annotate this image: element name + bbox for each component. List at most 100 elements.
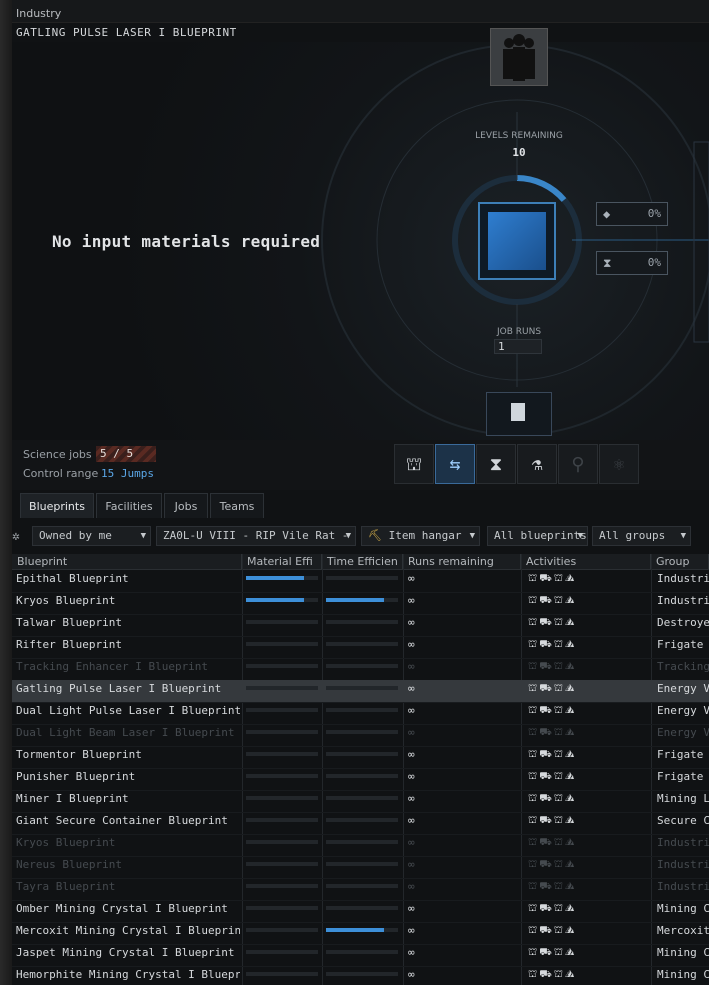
runs-remaining-value: ∞ [408,594,415,607]
group-value: Industrial [657,858,709,871]
time-efficiency-bar [326,928,398,932]
runs-remaining-value: ∞ [408,770,415,783]
column-header-activities[interactable]: Activities [521,554,651,569]
table-row[interactable]: Hemorphite Mining Crystal I Blueprint ∞ ⛫⛟… [12,966,709,985]
table-row[interactable]: Dual Light Beam Laser I Blueprint ∞ ⛫⛟⛫⛰ En… [12,724,709,747]
document-icon [511,403,525,421]
group-value: Industrial [657,880,709,893]
science-jobs-box: 5 / 5 [96,446,156,462]
invention-icon[interactable]: ⚲ [558,444,598,484]
column-header-runs-remaining[interactable]: Runs remaining [403,554,521,569]
activity-icons[interactable]: ⛫⛟⛫⛰ [528,878,648,900]
time-efficiency-bar [326,730,398,734]
table-row[interactable]: Gatling Pulse Laser I Blueprint ∞ ⛫⛟⛫⛰ Ener… [12,680,709,703]
gatling-laser-icon [488,212,546,270]
activity-icons[interactable]: ⛫⛟⛫⛰ [528,658,648,680]
table-row[interactable]: Tracking Enhancer I Blueprint ∞ ⛫⛟⛫⛰ Tracki… [12,658,709,681]
chevron-down-icon: ▼ [345,531,351,541]
table-row[interactable]: Miner I Blueprint ∞ ⛫⛟⛫⛰ Mining La [12,790,709,813]
column-header-material-efficiency[interactable]: Material Effi [242,554,322,569]
tab-jobs[interactable]: Jobs [164,493,208,518]
table-row[interactable]: Punisher Blueprint ∞ ⛫⛟⛫⛰ Frigate [12,768,709,791]
blueprint-type-filter-select[interactable]: All blueprints ▼ [487,526,588,546]
time-efficiency-bar [326,972,398,976]
group-value: Secure C [657,814,709,827]
time-efficiency-bar [326,686,398,690]
table-row[interactable]: Mercoxit Mining Crystal I Blueprint ∞ ⛫⛟⛫⛰… [12,922,709,945]
activity-icons[interactable]: ⛫⛟⛫⛰ [528,680,648,702]
table-row[interactable]: Talwar Blueprint ∞ ⛫⛟⛫⛰ Destroye [12,614,709,637]
table-row[interactable]: Omber Mining Crystal I Blueprint ∞ ⛫⛟⛫⛰ Min… [12,900,709,923]
tab-blueprints[interactable]: Blueprints [20,493,94,518]
table-row[interactable]: Jaspet Mining Crystal I Blueprint ∞ ⛫⛟⛫⛰ Mi… [12,944,709,967]
table-row[interactable]: Giant Secure Container Blueprint ∞ ⛫⛟⛫⛰ Sec… [12,812,709,835]
output-product-slot[interactable] [486,392,552,436]
team-slot-button[interactable] [490,28,548,86]
blueprint-name: Tayra Blueprint [16,880,116,893]
activity-icons[interactable]: ⛫⛟⛫⛰ [528,592,648,614]
material-efficiency-bar [246,686,318,690]
research-material-icon[interactable]: ⚗ [517,444,557,484]
owner-filter-value: Owned by me [39,529,112,542]
activity-icons[interactable]: ⛫⛟⛫⛰ [528,636,648,658]
manufacturing-icon[interactable]: ⛫ [394,444,434,484]
activity-icons[interactable]: ⛫⛟⛫⛰ [528,944,648,966]
group-value: Energy V [657,704,709,717]
table-row[interactable]: Kryos Blueprint ∞ ⛫⛟⛫⛰ Industrial [12,592,709,615]
runs-remaining-value: ∞ [408,638,415,651]
blueprint-name: Mercoxit Mining Crystal I Blueprint [16,924,240,937]
activity-icons[interactable]: ⛫⛟⛫⛰ [528,790,648,812]
activity-icons[interactable]: ⛫⛟⛫⛰ [528,724,648,746]
table-row[interactable]: Kryos Blueprint ∞ ⛫⛟⛫⛰ Industrial [12,834,709,857]
group-value: Mining Cr [657,902,709,915]
activity-icons[interactable]: ⛫⛟⛫⛰ [528,768,648,790]
blueprint-type-filter-value: All blueprints [494,529,587,542]
table-row[interactable]: Epithal Blueprint ∞ ⛫⛟⛫⛰ Industrial [12,570,709,593]
activity-icons[interactable]: ⛫⛟⛫⛰ [528,614,648,636]
activity-icons[interactable]: ⛫⛟⛫⛰ [528,966,648,985]
activity-icons[interactable]: ⛫⛟⛫⛰ [528,746,648,768]
blueprint-icon-frame[interactable] [478,202,556,280]
window-titlebar[interactable]: Industry [12,0,709,23]
activity-icons[interactable]: ⛫⛟⛫⛰ [528,570,648,592]
runs-remaining-value: ∞ [408,946,415,959]
material-efficiency-bar [246,862,318,866]
activity-icons[interactable]: ⛫⛟⛫⛰ [528,702,648,724]
column-header-blueprint[interactable]: Blueprint [12,554,242,569]
table-row[interactable]: Dual Light Pulse Laser I Blueprint ∞ ⛫⛟⛫⛰ E… [12,702,709,725]
time-efficiency-bar [326,840,398,844]
research-time-icon[interactable]: ⧗ [476,444,516,484]
reaction-icon[interactable]: ⚛ [599,444,639,484]
copy-icon[interactable]: ⇆ [435,444,475,484]
group-filter-select[interactable]: All groups ▼ [592,526,691,546]
table-row[interactable]: Tormentor Blueprint ∞ ⛫⛟⛫⛰ Frigate [12,746,709,769]
job-runs-input[interactable]: 1 [494,339,542,354]
time-efficiency-bar [326,752,398,756]
activity-icons[interactable]: ⛫⛟⛫⛰ [528,900,648,922]
owner-filter-select[interactable]: Owned by me ▼ [32,526,151,546]
group-value: Industrial [657,836,709,849]
location-filter-select[interactable]: ZA0L-U VIII - RIP Vile Rat - 33 I▼ [156,526,356,546]
column-header-group[interactable]: Group [651,554,709,569]
table-row[interactable]: Rifter Blueprint ∞ ⛫⛟⛫⛰ Frigate [12,636,709,659]
hangar-filter-select[interactable]: ⛏ Item hangar ▼ [361,526,480,546]
window-title: Industry [16,7,62,20]
activity-icons[interactable]: ⛫⛟⛫⛰ [528,856,648,878]
tab-facilities[interactable]: Facilities [96,493,162,518]
activity-icons[interactable]: ⛫⛟⛫⛰ [528,834,648,856]
material-efficiency-bar [246,708,318,712]
runs-remaining-value: ∞ [408,968,415,981]
group-value: Mercoxit [657,924,709,937]
table-row[interactable]: Tayra Blueprint ∞ ⛫⛟⛫⛰ Industrial [12,878,709,901]
table-row[interactable]: Nereus Blueprint ∞ ⛫⛟⛫⛰ Industrial [12,856,709,879]
control-range-value[interactable]: 15 Jumps [101,467,154,480]
blueprint-name: Omber Mining Crystal I Blueprint [16,902,228,915]
activity-icons[interactable]: ⛫⛟⛫⛰ [528,812,648,834]
hangar-filter-value: Item hangar [388,529,462,542]
blueprint-table-body: Epithal Blueprint∞⛫⛟⛫⛰IndustrialKryos Bl… [12,570,709,985]
activity-icons[interactable]: ⛫⛟⛫⛰ [528,922,648,944]
levels-remaining-label: LEVELS REMAINING [475,131,563,141]
column-header-time-efficiency[interactable]: Time Efficien [322,554,403,569]
tab-teams[interactable]: Teams [210,493,264,518]
gear-icon[interactable]: ✲ [12,529,20,544]
